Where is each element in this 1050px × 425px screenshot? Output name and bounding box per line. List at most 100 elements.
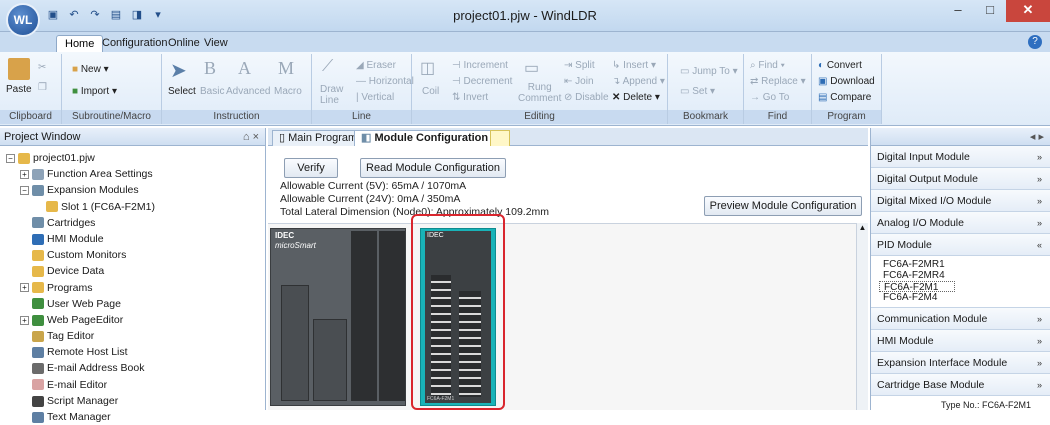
new-tab-button[interactable]	[490, 130, 510, 146]
module-category[interactable]: Cartridge Base Module »	[871, 374, 1050, 396]
tree-node[interactable]: HMI Module	[0, 231, 265, 247]
pid-module-item[interactable]: FC6A-F2MR4	[879, 270, 1050, 281]
vertical-button[interactable]: | Vertical	[356, 92, 394, 103]
tab-view[interactable]: View	[196, 35, 236, 52]
chevron-icon[interactable]: »	[1037, 190, 1042, 212]
tab-module-configuration[interactable]: ◧ Module Configuration	[354, 130, 496, 146]
advanced-button[interactable]: Advanced	[226, 86, 270, 97]
new-button[interactable]: ■ New ▾	[72, 64, 109, 75]
tree-node[interactable]: Device Data	[0, 263, 265, 279]
tree-node[interactable]: + Web PageEditor	[0, 312, 265, 328]
coil-button[interactable]: Coil	[422, 86, 439, 97]
chevron-icon[interactable]: »	[1037, 212, 1042, 234]
module-category[interactable]: Digital Output Module »	[871, 168, 1050, 190]
tree-node[interactable]: + Function Area Settings	[0, 166, 265, 182]
tree-node[interactable]: E-mail Editor	[0, 377, 265, 393]
select-button[interactable]: Select	[168, 86, 196, 97]
chevron-icon[interactable]: »	[1037, 146, 1042, 168]
tree-node[interactable]: E-mail Address Book	[0, 360, 265, 376]
cpu-module[interactable]: IDEC microSmart	[270, 228, 406, 406]
pid-module-item[interactable]: FC6A-F2M4	[879, 292, 1050, 303]
find-button[interactable]: ⌕ Find ▾	[750, 60, 785, 71]
tree-node-label: Expansion Modules	[47, 184, 139, 197]
tree-node[interactable]: Cartridges	[0, 215, 265, 231]
chevron-icon[interactable]: «	[1037, 234, 1042, 256]
convert-button[interactable]: ◐ Convert	[818, 60, 862, 71]
expand-icon[interactable]: +	[20, 315, 29, 325]
close-button[interactable]: ✕	[1006, 0, 1050, 22]
set-bookmark-button[interactable]: ▭ Set ▾	[680, 86, 715, 97]
tree-node[interactable]: Tag Editor	[0, 328, 265, 344]
import-button[interactable]: ■ Import ▾	[72, 86, 117, 97]
module-category[interactable]: PID Module «	[871, 234, 1050, 256]
canvas-scrollbar[interactable]: ▲	[856, 223, 868, 410]
ribbon-tabs: Home Configuration Online View ?	[0, 32, 1050, 52]
tree-node[interactable]: Script Manager	[0, 393, 265, 409]
verify-button[interactable]: Verify	[284, 158, 338, 178]
horizontal-button[interactable]: — Horizontal	[356, 76, 414, 87]
application-menu-button[interactable]: WL	[6, 3, 40, 37]
basic-button[interactable]: Basic	[200, 86, 224, 97]
expand-icon[interactable]: +	[20, 169, 29, 179]
collapse-icon[interactable]: −	[6, 153, 15, 163]
minimize-button[interactable]: –	[942, 0, 974, 22]
preview-module-configuration-button[interactable]: Preview Module Configuration	[704, 196, 862, 216]
invert-button[interactable]: ⇅ Invert	[452, 92, 488, 103]
tree-node[interactable]: − Expansion Modules	[0, 182, 265, 198]
paste-button[interactable]: Paste	[6, 84, 32, 95]
goto-button[interactable]: → Go To	[750, 92, 789, 103]
pid-module-item[interactable]: FC6A-F2M1	[879, 281, 955, 293]
jump-to-button[interactable]: ▭ Jump To ▾	[680, 66, 738, 77]
chevron-icon[interactable]: »	[1037, 168, 1042, 190]
module-category[interactable]: Analog I/O Module »	[871, 212, 1050, 234]
copy-icon[interactable]: ❐	[38, 82, 47, 93]
tab-module-configuration-label: Module Configuration	[374, 132, 489, 144]
module-category[interactable]: Expansion Interface Module »	[871, 352, 1050, 374]
chevron-icon[interactable]: »	[1037, 308, 1042, 330]
increment-button[interactable]: ⊣ Increment	[452, 60, 508, 71]
tree-node-label: Remote Host List	[47, 346, 128, 359]
tree-node[interactable]: Remote Host List	[0, 344, 265, 360]
maximize-button[interactable]: □	[974, 0, 1006, 22]
chevron-icon[interactable]: »	[1037, 352, 1042, 374]
download-button[interactable]: ▣ Download	[818, 76, 875, 87]
tree-node[interactable]: − project01.pjw	[0, 150, 265, 166]
pid-module-item[interactable]: FC6A-F2MR1	[879, 259, 1050, 270]
append-button[interactable]: ↴ Append ▾	[612, 76, 665, 87]
module-category[interactable]: Digital Input Module »	[871, 146, 1050, 168]
collapse-icon[interactable]: −	[20, 186, 29, 196]
tab-main-program[interactable]: ▯ Main Program	[272, 130, 365, 146]
disable-button[interactable]: ⊘ Disable	[564, 92, 609, 103]
rung-comment-button[interactable]: Rung Comment	[518, 82, 561, 104]
draw-line-button[interactable]: Draw Line	[320, 84, 343, 106]
module-category[interactable]: Digital Mixed I/O Module »	[871, 190, 1050, 212]
insert-button[interactable]: ↳ Insert ▾	[612, 60, 656, 71]
tree-node[interactable]: User Web Page	[0, 296, 265, 312]
replace-button[interactable]: ⇄ Replace ▾	[750, 76, 806, 87]
window-controls: – □ ✕	[942, 0, 1050, 22]
expand-icon[interactable]: +	[20, 283, 29, 293]
scroll-up-icon[interactable]: ▲	[857, 223, 868, 232]
tree-node[interactable]: + Programs	[0, 280, 265, 296]
cut-icon[interactable]: ✂	[38, 62, 46, 73]
chevron-icon[interactable]: »	[1037, 374, 1042, 396]
help-icon[interactable]: ?	[1028, 35, 1042, 49]
join-button[interactable]: ⇤ Join	[564, 76, 594, 87]
compare-button[interactable]: ▤ Compare	[818, 92, 871, 103]
tree-node[interactable]: Text Manager	[0, 409, 265, 425]
macro-button[interactable]: Macro	[274, 86, 302, 97]
tree-node[interactable]: Custom Monitors	[0, 247, 265, 263]
delete-button[interactable]: ✕ Delete ▾	[612, 92, 660, 103]
read-module-configuration-button[interactable]: Read Module Configuration	[360, 158, 506, 178]
document-tabs: ▯ Main Program ◧ Module Configuration	[268, 128, 868, 146]
module-category[interactable]: Communication Module »	[871, 308, 1050, 330]
panel-arrows-icon[interactable]: ◂ ▸	[1030, 128, 1044, 146]
chevron-icon[interactable]: »	[1037, 330, 1042, 352]
decrement-button[interactable]: ⊣ Decrement	[452, 76, 512, 87]
pin-close-icon[interactable]: ⌂ ×	[243, 128, 259, 146]
module-category[interactable]: HMI Module »	[871, 330, 1050, 352]
split-button[interactable]: ⇥ Split	[564, 60, 595, 71]
eraser-button[interactable]: ◢ Eraser	[356, 60, 396, 71]
tree-node[interactable]: Slot 1 (FC6A-F2M1)	[0, 199, 265, 215]
eraser-label: Eraser	[366, 60, 396, 71]
